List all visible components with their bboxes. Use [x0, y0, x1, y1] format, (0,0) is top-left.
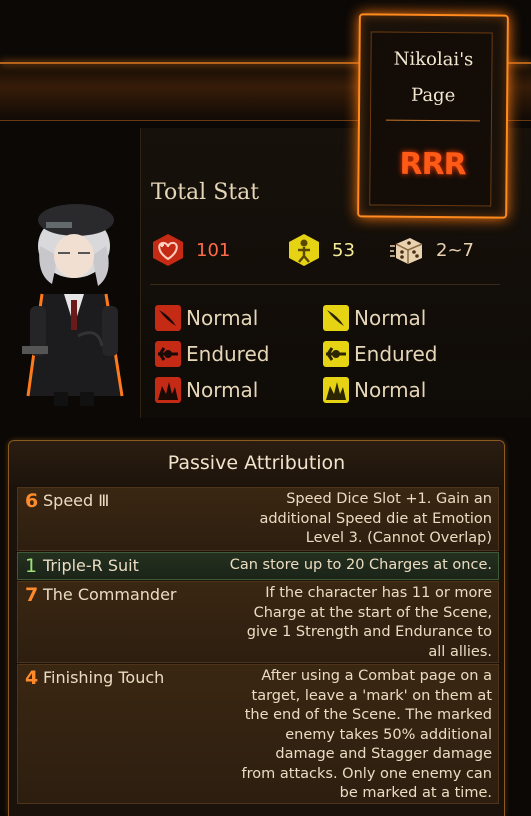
stagger-icon — [289, 234, 319, 266]
slash-physical-icon — [155, 305, 181, 331]
stagger-stat: 53 — [286, 232, 355, 268]
stagger-pierce-value: Endured — [354, 342, 438, 366]
key-page-card[interactable]: Nikolai's Page RRR — [357, 13, 509, 219]
hp-value: 101 — [196, 239, 231, 261]
passive-header: Passive Attribution — [9, 441, 504, 485]
passive-name: Speed Ⅲ — [43, 491, 110, 510]
physical-slash-value: Normal — [186, 306, 259, 330]
passive-name: The Commander — [43, 585, 177, 604]
page-title: Nikolai's Page — [393, 48, 474, 107]
page-emblem-logo: RRR — [399, 146, 466, 183]
passive-cost: 6 — [25, 490, 39, 512]
physical-pierce-value: Endured — [186, 342, 270, 366]
hp-heart-icon — [153, 234, 183, 266]
stagger-pierce-resist: Endured — [322, 338, 437, 370]
passive-cost: 7 — [25, 584, 39, 606]
stagger-blunt-resist: Normal — [322, 374, 426, 406]
stagger-slash-value: Normal — [354, 306, 427, 330]
passive-item-triple-r-suit[interactable]: 1 Triple-R Suit Can store up to 20 Charg… — [17, 552, 499, 580]
hp-stat: 101 — [150, 232, 230, 268]
passive-item-speed[interactable]: 6 Speed Ⅲ Speed Dice Slot +1. Gain an ad… — [17, 487, 499, 551]
passive-item-finishing-touch[interactable]: 4 Finishing Touch After using a Combat p… — [17, 664, 499, 804]
passive-desc: After using a Combat page on a target, l… — [241, 668, 492, 801]
stagger-value: 53 — [332, 239, 355, 261]
pierce-stagger-icon — [323, 341, 349, 367]
passive-cost: 1 — [25, 555, 38, 577]
speed-stat: 2~7 — [390, 232, 474, 268]
pierce-physical-icon — [155, 341, 181, 367]
passive-name: Triple-R Suit — [43, 556, 139, 575]
total-stat-label: Total Stat — [151, 180, 260, 205]
physical-blunt-resist: Normal — [154, 374, 258, 406]
passive-desc: If the character has 11 or more Charge a… — [246, 585, 492, 660]
blunt-physical-icon — [155, 377, 181, 403]
passive-item-the-commander[interactable]: 7 The Commander If the character has 11 … — [17, 581, 499, 663]
physical-pierce-resist: Endured — [154, 338, 269, 370]
physical-slash-resist: Normal — [154, 302, 258, 334]
passive-cost: 4 — [25, 667, 39, 689]
slash-stagger-icon — [323, 305, 349, 331]
blunt-stagger-icon — [323, 377, 349, 403]
speed-dice-icon — [390, 238, 423, 264]
physical-blunt-value: Normal — [186, 378, 259, 402]
stat-divider — [150, 284, 500, 285]
passive-name: Finishing Touch — [43, 668, 165, 687]
speed-value: 2~7 — [436, 239, 474, 261]
passive-panel: Passive Attribution 6 Speed Ⅲ Speed Dice… — [8, 440, 505, 816]
character-sprite — [22, 204, 124, 406]
stagger-slash-resist: Normal — [322, 302, 426, 334]
passive-desc: Can store up to 20 Charges at once. — [229, 557, 492, 573]
passive-desc: Speed Dice Slot +1. Gain an additional S… — [259, 491, 492, 546]
stagger-blunt-value: Normal — [354, 378, 427, 402]
